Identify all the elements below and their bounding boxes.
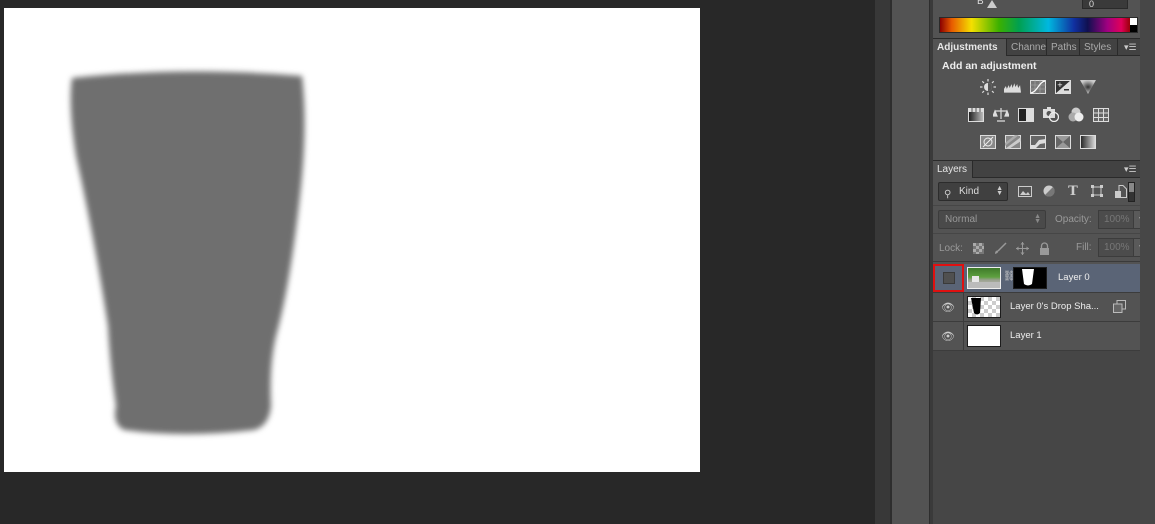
filter-kind-select[interactable]: ⚲ Kind ▲ ▼ — [938, 182, 1008, 201]
fill-field[interactable]: 100% — [1098, 238, 1138, 257]
search-icon: ⚲ — [944, 189, 952, 200]
lock-row: Lock: Fill: 100% ▼ — [933, 235, 1149, 262]
spinner-arrows-icon: ▲ ▼ — [1034, 213, 1041, 225]
tab-styles[interactable]: Styles — [1080, 39, 1118, 56]
posterize-icon[interactable] — [1004, 134, 1021, 149]
lock-image-icon[interactable] — [993, 241, 1007, 255]
channel-mixer-icon[interactable] — [1067, 107, 1084, 122]
adjustment-row-3 — [979, 134, 1096, 149]
channel-label: B — [977, 0, 984, 7]
smart-object-filter-icon[interactable] — [1114, 184, 1128, 198]
photo-filter-icon[interactable] — [1042, 107, 1059, 122]
eye-icon: 👁 — [941, 301, 955, 314]
opacity-label: Opacity: — [1055, 214, 1092, 225]
layer-thumbnail[interactable] — [967, 296, 1001, 318]
adjustments-title: Add an adjustment — [942, 60, 1037, 72]
curves-icon[interactable] — [1029, 79, 1046, 94]
layer-row[interactable]: 👁 Layer 1 — [933, 322, 1140, 351]
cup-shadow-shape — [70, 71, 305, 435]
tab-paths[interactable]: Paths — [1047, 39, 1080, 56]
color-panel: B 0 — [933, 0, 1140, 38]
pixel-filter-icon[interactable] — [1018, 184, 1032, 198]
invert-icon[interactable] — [979, 134, 996, 149]
exposure-icon[interactable]: + — [1054, 79, 1071, 94]
threshold-icon[interactable] — [1029, 134, 1046, 149]
visibility-off-icon — [942, 272, 955, 284]
smart-object-icon — [1113, 300, 1126, 318]
layer-name[interactable]: Layer 0's Drop Sha... — [1010, 293, 1099, 321]
channel-slider-handle[interactable] — [987, 0, 997, 8]
visibility-toggle[interactable]: 👁 — [933, 322, 964, 350]
layer-mask-thumbnail[interactable] — [1013, 267, 1047, 289]
adjustments-tab-bar: Adjustments Channels Paths Styles ▾☰ — [933, 38, 1140, 56]
photoshop-window: B 0 Adjustments Channels Paths Styles ▾☰… — [0, 0, 1155, 524]
adjustments-panel: Add an adjustment + — [933, 57, 1140, 158]
color-spectrum[interactable] — [939, 17, 1138, 33]
opacity-field[interactable]: 100% — [1098, 210, 1138, 229]
adjustment-row-1: + — [979, 78, 1096, 95]
panel-menu-icon[interactable]: ▾☰ — [1124, 42, 1137, 52]
lock-label: Lock: — [939, 243, 963, 254]
levels-icon[interactable] — [1004, 79, 1021, 94]
selective-color-icon[interactable] — [1054, 134, 1071, 149]
visibility-toggle[interactable]: 👁 — [933, 293, 964, 321]
blend-mode-value: Normal — [945, 214, 978, 225]
layer-filter-row: ⚲ Kind ▲ ▼ T — [933, 179, 1140, 206]
lock-all-icon[interactable] — [1037, 241, 1051, 255]
eye-icon: 👁 — [941, 330, 955, 343]
spinner-arrows-icon: ▲ ▼ — [996, 185, 1003, 197]
filter-toggle[interactable] — [1128, 182, 1135, 202]
tab-channels[interactable]: Channels — [1007, 39, 1047, 56]
layer-row[interactable]: 👁 Layer 0's Drop Sha... — [933, 293, 1140, 322]
svg-text:+: + — [1057, 81, 1063, 89]
filter-kind-label: Kind — [959, 186, 980, 197]
layers-tab-bar: Layers ▾☰ — [933, 160, 1140, 178]
layer-thumbnail[interactable] — [967, 325, 1001, 347]
visibility-toggle[interactable] — [933, 264, 964, 292]
brightness-contrast-icon[interactable] — [979, 78, 996, 95]
gradient-map-icon[interactable] — [1079, 134, 1096, 149]
layer-row[interactable]: ⛓ Layer 0 — [933, 264, 1140, 293]
black-white-icon[interactable] — [1017, 107, 1034, 122]
adjustment-filter-icon[interactable] — [1042, 184, 1056, 198]
layer-name[interactable]: Layer 0 — [1058, 264, 1090, 292]
blend-row: Normal ▲▼ Opacity: 100% ▼ — [933, 207, 1149, 234]
blend-mode-select[interactable]: Normal ▲ ▼ — [938, 210, 1046, 229]
type-filter-icon[interactable]: T — [1066, 184, 1080, 199]
black-white-swatch[interactable] — [1130, 18, 1137, 32]
adjustment-row-2 — [967, 107, 1109, 122]
panel-scrollbar[interactable] — [1140, 0, 1155, 524]
hue-saturation-icon[interactable] — [967, 107, 984, 122]
channel-value-field[interactable]: 0 — [1082, 0, 1128, 9]
fill-label: Fill: — [1076, 242, 1092, 253]
layers-list-empty-area[interactable] — [933, 351, 1140, 524]
color-lookup-icon[interactable] — [1092, 107, 1109, 122]
canvas-area[interactable] — [0, 0, 875, 524]
tab-layers[interactable]: Layers — [933, 161, 973, 178]
layer-name[interactable]: Layer 1 — [1010, 322, 1042, 350]
panel-menu-icon[interactable]: ▾☰ — [1124, 164, 1137, 174]
collapsed-panel-dock[interactable] — [892, 0, 930, 524]
document-canvas[interactable] — [4, 8, 700, 472]
lock-transparent-icon[interactable] — [971, 241, 985, 255]
panel-column: B 0 Adjustments Channels Paths Styles ▾☰… — [933, 0, 1149, 524]
tab-adjustments[interactable]: Adjustments — [933, 39, 1007, 56]
vibrance-icon[interactable] — [1079, 79, 1096, 94]
shape-filter-icon[interactable] — [1090, 184, 1104, 198]
color-balance-icon[interactable] — [992, 107, 1009, 122]
lock-position-icon[interactable] — [1015, 241, 1029, 255]
scroll-gutter — [875, 0, 890, 524]
layer-thumbnail[interactable] — [967, 267, 1001, 289]
